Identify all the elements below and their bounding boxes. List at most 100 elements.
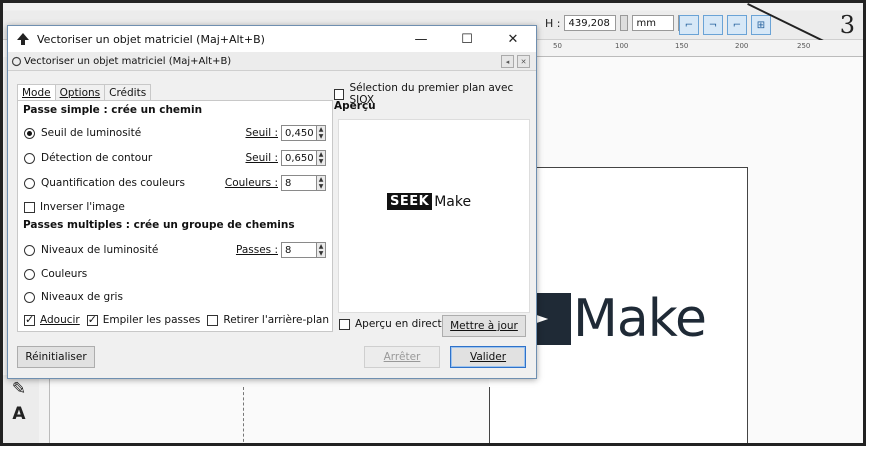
colors-radio[interactable] xyxy=(24,268,35,280)
horizontal-ruler: 50 100 150 200 250 xyxy=(535,40,863,57)
siox-checkbox[interactable] xyxy=(334,88,345,100)
panel-close-icon[interactable]: ✕ xyxy=(517,55,530,68)
canvas-logo-text: Make xyxy=(573,289,707,349)
siox-label: Sélection du premier plan avec SIOX xyxy=(349,82,514,106)
brightness-threshold-label: Seuil : xyxy=(245,127,279,139)
brightness-levels-radio[interactable] xyxy=(24,244,35,256)
height-label: H : xyxy=(545,16,561,30)
smooth-label: Adoucir xyxy=(40,314,80,326)
brightness-radio[interactable] xyxy=(24,127,35,139)
tab-options-label: Options xyxy=(59,87,101,99)
single-pass-heading: Passe simple : crée un chemin xyxy=(23,104,203,116)
color-quant-count-label: Couleurs : xyxy=(224,177,278,189)
color-quant-count-spinner[interactable]: ▲ ▼ xyxy=(317,175,326,191)
screenshot-frame: H : 439,208 mm ▾ ⌐ ¬ ⌐ ⊞ 3 50 100 150 20… xyxy=(0,0,866,446)
brightness-option[interactable]: Seuil de luminosité Seuil : 0,450 ▲ ▼ xyxy=(24,124,326,142)
calligraphy-tool-icon[interactable]: ✎ xyxy=(8,378,30,400)
transform-patterns-button[interactable]: ⊞ xyxy=(751,15,771,35)
update-preview-button[interactable]: Mettre à jour xyxy=(442,315,526,337)
unit-select[interactable]: mm xyxy=(632,15,675,31)
stack-checkbox[interactable] xyxy=(86,313,98,326)
preview-heading: Aperçu xyxy=(334,100,376,112)
close-button[interactable]: ✕ xyxy=(490,26,536,52)
edge-label: Détection de contour xyxy=(41,152,153,164)
remove-bg-label: Retirer l'arrière-plan xyxy=(223,314,329,326)
remove-bg-checkbox[interactable] xyxy=(207,314,219,326)
snap-buttons: ⌐ ¬ ⌐ ⊞ xyxy=(679,15,771,35)
transform-stroke-button[interactable]: ⌐ xyxy=(679,15,699,35)
stop-label: Arrêter xyxy=(383,351,421,363)
invert-option[interactable]: Inverser l'image xyxy=(24,198,326,216)
passes-input[interactable]: 8 xyxy=(281,242,317,258)
height-input[interactable]: 439,208 xyxy=(564,15,617,31)
brightness-label: Seuil de luminosité xyxy=(41,127,142,139)
edge-threshold: Seuil : 0,650 ▲ ▼ xyxy=(245,150,326,166)
ok-label: Valider xyxy=(469,351,507,363)
reset-button[interactable]: Réinitialiser xyxy=(17,346,95,368)
reset-label: Réinitialiser xyxy=(25,351,87,363)
maximize-button[interactable]: ☐ xyxy=(444,26,490,52)
colors-option[interactable]: Couleurs xyxy=(24,265,326,283)
guide-line xyxy=(243,387,244,443)
tab-mode-label: Mode xyxy=(22,87,51,99)
color-quant-radio[interactable] xyxy=(24,177,35,189)
preview-area: SEEK Make xyxy=(338,119,530,313)
invert-checkbox[interactable] xyxy=(24,201,35,213)
brightness-threshold-input[interactable]: 0,450 xyxy=(281,125,317,141)
collapse-icon[interactable]: ◂ xyxy=(501,55,514,68)
tab-credits-label: Crédits xyxy=(109,87,147,99)
grays-label: Niveaux de gris xyxy=(41,291,123,303)
colors-label: Couleurs xyxy=(41,268,88,280)
ruler-tick: 250 xyxy=(797,42,811,50)
live-preview-label: Aperçu en direct xyxy=(355,318,442,330)
edge-threshold-label: Seuil : xyxy=(245,152,279,164)
preview-logo-make: Make xyxy=(434,193,472,210)
height-spinner[interactable] xyxy=(620,15,629,31)
brightness-levels-label: Niveaux de luminosité xyxy=(41,244,159,256)
multi-pass-checks: Adoucir Empiler les passes Retirer l'arr… xyxy=(24,311,330,329)
ruler-tick: 50 xyxy=(553,42,562,50)
app-menubar xyxy=(3,3,863,11)
live-preview-option[interactable]: Aperçu en direct xyxy=(339,318,442,330)
ok-button[interactable]: Valider xyxy=(450,346,526,368)
dialog-titlebar[interactable]: Vectoriser un objet matriciel (Maj+Alt+B… xyxy=(8,26,536,52)
text-tool-icon[interactable]: A xyxy=(8,403,30,425)
logo-mark-icon xyxy=(533,293,571,345)
page-edge xyxy=(489,387,490,443)
preview-logo: SEEK Make xyxy=(387,193,471,210)
color-quant-option[interactable]: Quantification des couleurs Couleurs : 8… xyxy=(24,174,326,192)
edge-option[interactable]: Détection de contour Seuil : 0,650 ▲ ▼ xyxy=(24,149,326,167)
transform-gradients-button[interactable]: ⌐ xyxy=(727,15,747,35)
stop-button[interactable]: Arrêter xyxy=(364,346,440,368)
color-quant-count: Couleurs : 8 ▲ ▼ xyxy=(225,175,326,191)
inkscape-icon xyxy=(15,31,31,47)
color-quant-count-input[interactable]: 8 xyxy=(281,175,317,191)
height-control: H : 439,208 mm ▾ xyxy=(545,15,691,31)
minimize-button[interactable]: — xyxy=(398,26,444,52)
passes-spinner[interactable]: ▲ ▼ xyxy=(317,242,326,258)
update-preview-label: Mettre à jour xyxy=(450,320,518,332)
passes-count: Passes : 8 ▲ ▼ xyxy=(236,242,326,258)
vertical-ruler xyxy=(39,378,50,443)
canvas-logo[interactable]: Make xyxy=(533,289,707,349)
trace-icon xyxy=(10,55,22,67)
ruler-tick: 150 xyxy=(675,42,689,50)
grays-radio[interactable] xyxy=(24,291,35,303)
passes-label: Passes : xyxy=(235,244,278,256)
edge-threshold-spinner[interactable]: ▲ ▼ xyxy=(317,150,326,166)
dialog-subheader: Vectoriser un objet matriciel (Maj+Alt+B… xyxy=(8,52,536,71)
transform-corners-button[interactable]: ¬ xyxy=(703,15,723,35)
live-preview-checkbox[interactable] xyxy=(339,318,350,330)
edge-radio[interactable] xyxy=(24,152,35,164)
tool-palette: ✎ A xyxy=(3,375,40,443)
smooth-checkbox[interactable] xyxy=(24,313,35,326)
grays-option[interactable]: Niveaux de gris xyxy=(24,288,326,306)
brightness-levels-option[interactable]: Niveaux de luminosité Passes : 8 ▲ ▼ xyxy=(24,241,326,259)
window-title: Vectoriser un objet matriciel (Maj+Alt+B… xyxy=(37,32,265,46)
edge-threshold-input[interactable]: 0,650 xyxy=(281,150,317,166)
mode-panel: Passe simple : crée un chemin Seuil de l… xyxy=(17,100,333,332)
color-quant-label: Quantification des couleurs xyxy=(41,177,185,189)
brightness-threshold-spinner[interactable]: ▲ ▼ xyxy=(317,125,326,141)
ruler-tick: 200 xyxy=(735,42,749,50)
ruler-tick: 100 xyxy=(615,42,629,50)
